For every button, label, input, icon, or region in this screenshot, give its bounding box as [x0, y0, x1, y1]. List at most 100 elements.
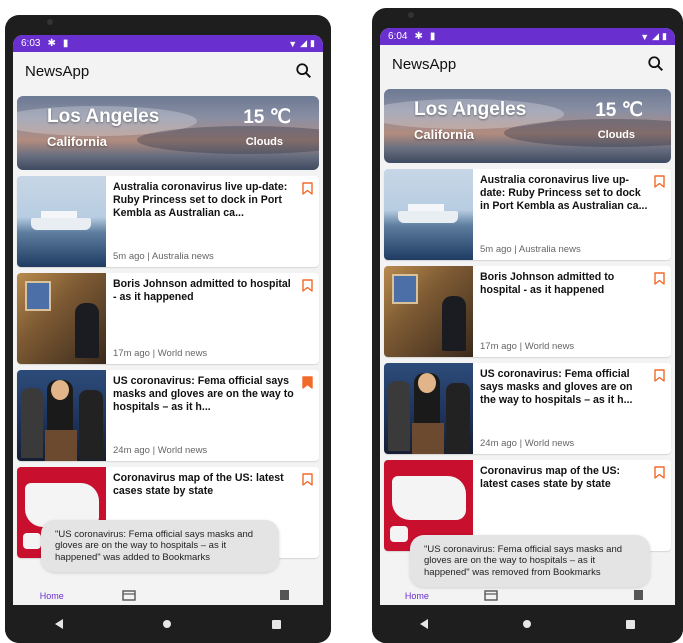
phone-right: 6:04 ✱ ▮ ▼ ◢ ▮ NewsApp Los Angeles Calif… — [372, 8, 683, 643]
article-time: 5m ago — [480, 244, 512, 255]
article-thumbnail — [384, 363, 473, 454]
bookmark-icon[interactable] — [654, 466, 665, 479]
bookmark-icon[interactable] — [654, 369, 665, 382]
nav-home[interactable]: Home — [397, 591, 437, 601]
system-navigation-bar — [372, 605, 683, 643]
status-bar: 6:04 ✱ ▮ ▼ ◢ ▮ — [380, 28, 675, 45]
signal-icon: ◢ — [300, 38, 308, 48]
article-card[interactable]: US coronavirus: Fema official says masks… — [17, 370, 319, 461]
article-section: Australia news — [151, 251, 214, 262]
nav-trending[interactable] — [544, 589, 584, 601]
article-title: Coronavirus map of the US: latest cases … — [480, 465, 621, 490]
app-bar: NewsApp — [380, 45, 675, 83]
bookmark-icon[interactable] — [302, 182, 313, 195]
search-icon[interactable] — [647, 55, 665, 73]
back-icon[interactable] — [419, 619, 428, 629]
comparison-stage: 6:03 ✱ ▮ ▼ ◢ ▮ NewsApp Los Angeles Calif… — [0, 0, 683, 643]
nav-bookmarks[interactable] — [264, 589, 304, 601]
article-meta: 17m ago | World news — [480, 341, 575, 352]
article-card[interactable]: Australia coronavirus live up-date: Ruby… — [384, 169, 671, 260]
nav-calendar[interactable] — [471, 589, 511, 601]
status-time: 6:03 — [21, 38, 41, 49]
bookmarks-icon — [630, 589, 646, 601]
nav-home[interactable]: Home — [32, 591, 72, 601]
app-screen: 6:03 ✱ ▮ ▼ ◢ ▮ NewsApp Los Angeles Calif… — [13, 35, 323, 605]
snackbar-toast: "US coronavirus: Fema official says mask… — [41, 519, 279, 572]
article-time: 5m ago — [113, 251, 145, 262]
article-card[interactable]: Australia coronavirus live up-date: Ruby… — [17, 176, 319, 267]
weather-temperature: 15 ℃ — [243, 107, 291, 128]
weather-condition: Clouds — [245, 136, 283, 148]
article-section: World news — [524, 341, 575, 352]
camera-dot — [408, 12, 414, 18]
article-time: 17m ago — [113, 348, 150, 359]
weather-city: Los Angeles — [47, 106, 160, 127]
article-title: Boris Johnson admitted to hospital - as … — [480, 271, 615, 296]
article-card[interactable]: Boris Johnson admitted to hospital - as … — [384, 266, 671, 357]
back-icon[interactable] — [55, 619, 64, 629]
bottom-navigation: Home — [13, 575, 323, 605]
home-icon[interactable] — [522, 620, 531, 628]
article-thumbnail — [384, 266, 473, 357]
wifi-icon: ▼ — [640, 31, 650, 42]
article-thumbnail — [17, 370, 106, 461]
nav-calendar[interactable] — [109, 589, 149, 601]
weather-condition: Clouds — [597, 129, 635, 141]
article-thumbnail — [384, 169, 473, 260]
article-section: World news — [524, 438, 575, 449]
trending-icon — [556, 589, 572, 601]
article-section: Australia news — [518, 244, 581, 255]
article-time: 17m ago — [480, 341, 517, 352]
battery-icon: ▮ — [662, 31, 667, 41]
nav-home-label: Home — [39, 591, 64, 601]
article-card[interactable]: Boris Johnson admitted to hospital - as … — [17, 273, 319, 364]
calendar-icon — [121, 589, 137, 601]
article-title: Boris Johnson admitted to hospital - as … — [113, 278, 291, 303]
phone-left: 6:03 ✱ ▮ ▼ ◢ ▮ NewsApp Los Angeles Calif… — [5, 15, 331, 643]
weather-temperature: 15 ℃ — [595, 100, 643, 121]
app-title: NewsApp — [25, 62, 90, 80]
article-time: 24m ago — [480, 438, 517, 449]
battery-icon: ▮ — [310, 38, 315, 48]
article-title: US coronavirus: Fema official says masks… — [480, 368, 633, 406]
bookmark-icon[interactable] — [654, 272, 665, 285]
article-time: 24m ago — [113, 445, 150, 456]
camera-dot — [47, 19, 53, 25]
search-icon[interactable] — [295, 62, 313, 80]
wifi-icon: ▼ — [288, 38, 298, 49]
weather-state: California — [47, 134, 107, 149]
home-icon[interactable] — [163, 620, 172, 628]
article-meta: 24m ago | World news — [480, 438, 575, 449]
bookmark-icon[interactable] — [654, 175, 665, 188]
article-meta: 5m ago | Australia news — [113, 251, 214, 262]
bookmarks-icon — [276, 589, 292, 601]
settings-status-icon: ✱ — [47, 38, 56, 49]
article-card[interactable]: US coronavirus: Fema official says masks… — [384, 363, 671, 454]
weather-card[interactable]: Los Angeles California 15 ℃ Clouds — [384, 89, 671, 163]
bookmark-icon[interactable] — [302, 376, 313, 389]
bookmark-icon[interactable] — [302, 279, 313, 292]
weather-card[interactable]: Los Angeles California 15 ℃ Clouds — [17, 96, 319, 170]
article-title: Coronavirus map of the US: latest cases … — [113, 472, 284, 497]
article-meta: 17m ago | World news — [113, 348, 208, 359]
recents-icon[interactable] — [271, 619, 281, 629]
sd-card-status-icon: ▮ — [62, 38, 69, 49]
recents-icon[interactable] — [626, 619, 636, 629]
nav-bookmarks[interactable] — [618, 589, 658, 601]
article-title: Australia coronavirus live up-date: Ruby… — [480, 174, 648, 212]
nav-trending[interactable] — [187, 589, 227, 601]
article-title: US coronavirus: Fema official says masks… — [113, 375, 294, 413]
bookmark-icon[interactable] — [302, 473, 313, 486]
article-thumbnail — [17, 273, 106, 364]
app-bar: NewsApp — [13, 52, 323, 90]
weather-state: California — [414, 127, 474, 142]
signal-icon: ◢ — [652, 31, 660, 41]
app-title: NewsApp — [392, 55, 457, 73]
article-thumbnail — [17, 176, 106, 267]
trending-icon — [199, 589, 215, 601]
status-time: 6:04 — [388, 31, 408, 42]
calendar-icon — [483, 589, 499, 601]
article-section: World news — [157, 445, 208, 456]
status-bar: 6:03 ✱ ▮ ▼ ◢ ▮ — [13, 35, 323, 52]
sd-card-status-icon: ▮ — [429, 31, 436, 42]
